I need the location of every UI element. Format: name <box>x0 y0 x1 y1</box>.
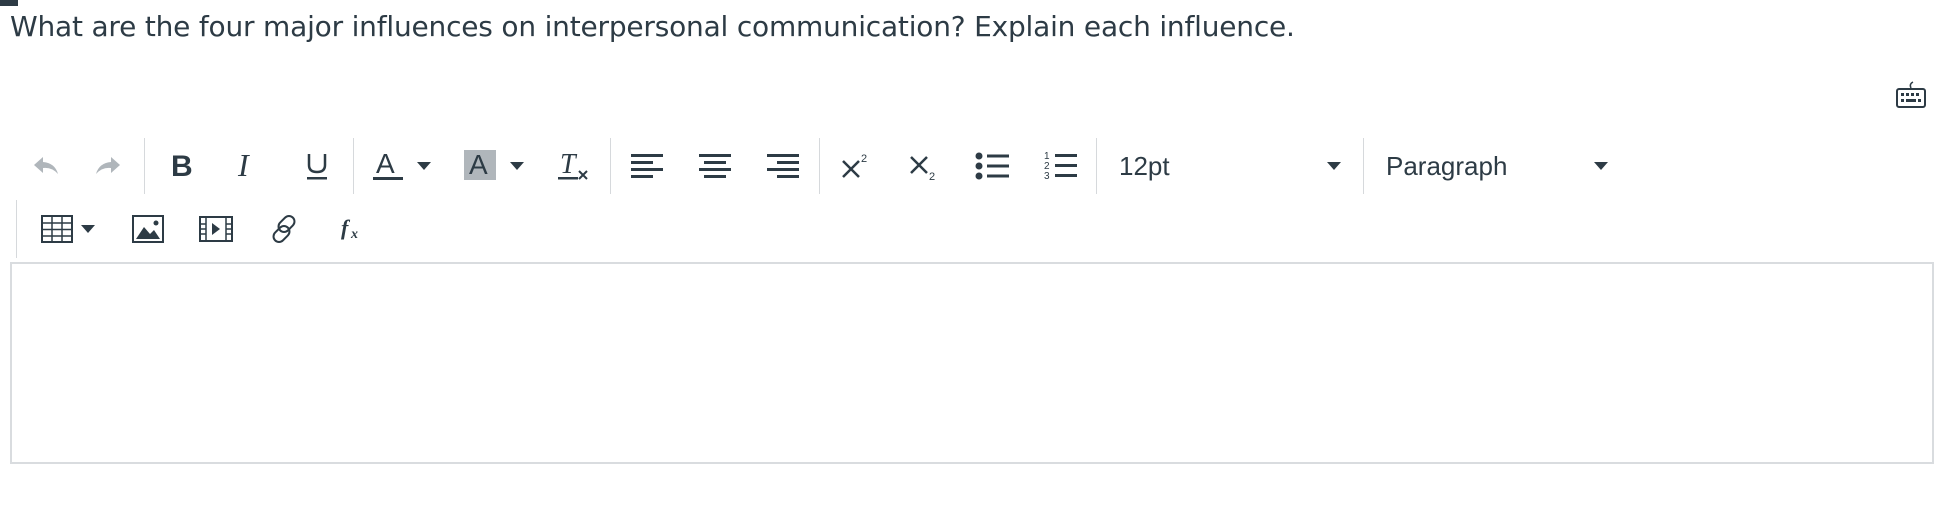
undo-button[interactable] <box>18 140 74 192</box>
link-button[interactable] <box>250 208 318 250</box>
highlight-color-dropdown-caret[interactable] <box>510 162 524 170</box>
svg-text:3: 3 <box>1044 171 1050 182</box>
underline-button[interactable] <box>283 140 351 192</box>
clear-formatting-button[interactable]: T <box>540 140 608 192</box>
keyboard-shortcuts-button[interactable] <box>1894 78 1928 112</box>
align-right-icon <box>767 152 799 180</box>
redo-icon <box>94 154 122 178</box>
text-color-icon: A <box>373 149 403 183</box>
text-color-button[interactable]: A <box>356 140 448 192</box>
image-icon <box>132 215 164 243</box>
image-button[interactable] <box>114 208 182 250</box>
block-format-select[interactable]: Paragraph <box>1366 140 1628 192</box>
math-equation-button[interactable]: f x <box>318 208 386 250</box>
rich-content-editor-page: What are the four major influences on in… <box>0 0 1952 512</box>
rich-text-editor-area[interactable] <box>10 262 1934 464</box>
svg-text:f: f <box>341 215 351 240</box>
bold-button[interactable]: B <box>147 140 215 192</box>
bullet-list-button[interactable] <box>958 140 1026 192</box>
keyboard-icon <box>1895 80 1927 110</box>
toolbar-separator <box>1096 138 1097 194</box>
toolbar-separator <box>353 138 354 194</box>
italic-icon: I <box>237 152 261 180</box>
subscript-icon: 2 <box>908 151 940 181</box>
highlight-color-button[interactable]: A <box>448 140 540 192</box>
link-icon <box>267 212 301 246</box>
font-size-value: 12pt <box>1119 150 1170 181</box>
highlight-color-icon: A <box>464 149 496 183</box>
block-format-value: Paragraph <box>1386 150 1508 181</box>
align-center-icon <box>699 152 731 180</box>
question-text: What are the four major influences on in… <box>10 10 1295 43</box>
underline-icon <box>304 151 330 181</box>
undo-icon <box>32 154 60 178</box>
chevron-down-icon <box>1327 162 1341 170</box>
font-size-select[interactable]: 12pt <box>1099 140 1361 192</box>
align-left-icon <box>631 152 663 180</box>
toolbar-row-2: f x <box>22 208 386 250</box>
chevron-down-icon <box>1594 162 1608 170</box>
toolbar-separator <box>819 138 820 194</box>
clear-formatting-icon: T <box>557 149 591 183</box>
svg-text:2: 2 <box>929 171 935 181</box>
table-button[interactable] <box>22 208 114 250</box>
italic-button[interactable]: I <box>215 140 283 192</box>
toolbar-row-1: B I A A T 2 2 1 2 3 12pt Paragraph <box>18 138 1628 194</box>
math-icon: f x <box>339 215 365 243</box>
corner-marker <box>0 0 18 6</box>
bold-icon: B <box>169 152 193 180</box>
toolbar-separator <box>16 200 17 258</box>
svg-text:x: x <box>350 227 358 242</box>
toolbar-separator <box>1363 138 1364 194</box>
toolbar-separator <box>144 138 145 194</box>
table-icon <box>41 215 73 243</box>
align-left-button[interactable] <box>613 140 681 192</box>
svg-text:I: I <box>237 152 250 180</box>
superscript-button[interactable]: 2 <box>822 140 890 192</box>
toolbar-separator <box>610 138 611 194</box>
media-icon <box>199 215 233 243</box>
numbered-list-icon: 1 2 3 <box>1043 150 1077 182</box>
svg-text:T: T <box>560 149 578 180</box>
superscript-icon: 2 <box>840 151 872 181</box>
media-button[interactable] <box>182 208 250 250</box>
svg-text:B: B <box>171 152 193 180</box>
subscript-button[interactable]: 2 <box>890 140 958 192</box>
svg-text:2: 2 <box>861 153 867 165</box>
svg-text:A: A <box>469 149 488 180</box>
align-right-button[interactable] <box>749 140 817 192</box>
svg-text:A: A <box>376 149 395 179</box>
redo-button[interactable] <box>74 140 142 192</box>
table-dropdown-caret[interactable] <box>81 225 95 233</box>
align-center-button[interactable] <box>681 140 749 192</box>
numbered-list-button[interactable]: 1 2 3 <box>1026 140 1094 192</box>
bullet-list-icon <box>975 151 1009 181</box>
text-color-dropdown-caret[interactable] <box>417 162 431 170</box>
